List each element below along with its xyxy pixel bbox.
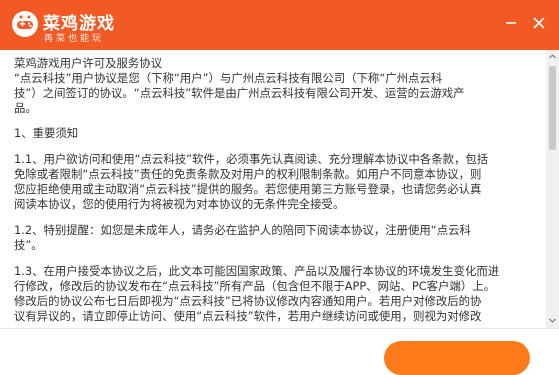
agreement-line: 阅读本协议，您的使用行为将被视为对本协议的无条件完全接受。 <box>14 197 345 211</box>
dialog-footer <box>0 328 559 375</box>
app-slogan: 再菜也能玩 <box>44 34 105 44</box>
agreement-line: 免除或者限制“点云科技”责任的免责条款及对用户的权利限制条款。如用户不同意本协议… <box>14 167 482 181</box>
scroll-up-arrow-icon[interactable] <box>546 50 559 63</box>
agreement-title: 菜鸡游戏用户许可及服务协议 <box>14 56 163 70</box>
agreement-line: 1.2、特别提醒：如您是未成年人，请务必在监护人的陪同下阅读本协议，注册使用“点… <box>14 223 471 237</box>
scrollbar-thumb[interactable] <box>549 66 556 150</box>
agreement-line: 品。 <box>14 101 37 115</box>
minimize-icon[interactable] <box>502 14 520 32</box>
agreement-text-area[interactable]: 菜鸡游戏用户许可及服务协议 “点云科技”用户协议是您（下称“用户”）与广州点云科… <box>0 50 546 328</box>
agreement-line: 修改后的协议公布七日后即视为“点云科技”已将协议修改内容通知用户。若用户对修改后… <box>14 294 482 308</box>
vertical-scrollbar[interactable] <box>546 50 559 328</box>
agreement-line: 行修改，修改后的协议发布在“点云科技”所有产品（包含但不限于APP、网站、PC客… <box>14 279 496 293</box>
agreement-line: 1.1、用户欲访问和使用“点云科技”软件，必须事先认真阅读、充分理解本协议中各条… <box>14 152 489 166</box>
section-heading: 1、重要须知 <box>14 126 79 140</box>
accept-button[interactable] <box>384 341 530 375</box>
agreement-line: 议有异议的，请立即停止访问、使用“点云科技”软件，若用户继续访问或使用，则视为对… <box>14 309 482 323</box>
close-icon[interactable] <box>530 14 548 32</box>
agreement-line: 技”）之间签订的协议。“点云科技”软件是由广州点云科技有限公司开发、运营的云游戏… <box>14 86 465 100</box>
game-controller-logo-icon <box>12 11 38 37</box>
scroll-down-arrow-icon[interactable] <box>546 314 559 327</box>
agreement-line: 1.3、在用户接受本协议之后，此文本可能因国家政策、产品以及履行本协议的环境发生… <box>14 264 500 278</box>
agreement-line: 您应拒绝使用或主动取消“点云科技”提供的服务。若您使用第三方账号登录，也请您务必… <box>14 182 482 196</box>
agreement-line: 技”。 <box>14 238 43 252</box>
title-bar: 菜鸡游戏 再菜也能玩 <box>0 0 559 50</box>
agreement-line: “点云科技”用户协议是您（下称“用户”）与广州点云科技有限公司（下称“广州点云科 <box>14 71 443 85</box>
